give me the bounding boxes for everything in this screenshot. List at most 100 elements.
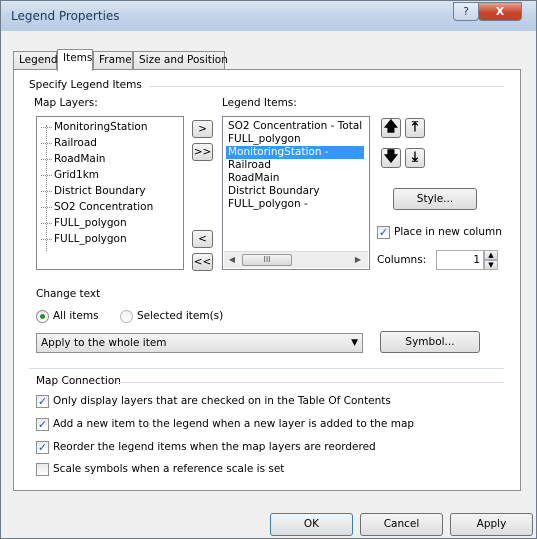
legend-items-horizontal-scrollbar[interactable]: ◀ III ▶ [224,251,368,268]
map-layer-label: MonitoringStation [54,121,148,133]
map-layer-label: SO2 Concentration [54,201,154,213]
legend-properties-dialog: Legend Properties ? X Legend Items Frame… [0,0,537,539]
move-down-button[interactable]: 🡇 [381,148,401,168]
reorder-legend-items-label: Reorder the legend items when the map la… [53,441,376,453]
map-layer-label: District Boundary [54,185,146,197]
ok-button[interactable]: OK [270,513,353,536]
map-layer-item[interactable]: FULL_polygon [41,233,127,248]
move-to-top-button[interactable]: ⤒ [405,118,425,138]
legend-items-label: Legend Items: [222,97,297,109]
legend-item[interactable]: SO2 Concentration - Total [226,120,364,133]
legend-item[interactable]: District Boundary [226,185,322,198]
only-display-checked-layers-label: Only display layers that are checked on … [53,395,391,407]
specify-legend-items-title: Specify Legend Items [29,79,142,91]
all-items-radio[interactable] [36,310,49,323]
tab-frame[interactable]: Frame [93,51,133,70]
change-text-label: Change text [36,288,101,300]
apply-button[interactable]: Apply [450,513,533,536]
tab-legend[interactable]: Legend [13,51,58,70]
arrow-down-icon: 🡇 [383,149,399,165]
map-layer-item[interactable]: Grid1km [41,169,99,184]
arrow-top-icon: ⤒ [411,119,419,135]
legend-item[interactable]: Railroad [226,159,273,172]
remove-label: < [198,233,207,245]
add-all-layers-button[interactable]: >> [192,143,213,161]
map-layer-item[interactable]: SO2 Concentration [41,201,153,216]
cancel-label: Cancel [383,518,420,530]
close-button[interactable]: X [478,2,522,21]
map-layer-label: FULL_polygon [54,217,127,229]
apply-to-value: Apply to the whole item [41,337,167,349]
ok-label: OK [303,518,320,530]
reorder-legend-items-checkbox[interactable]: ✓ [36,441,49,454]
move-up-button[interactable]: 🡅 [381,118,401,138]
add-new-item-label: Add a new item to the legend when a new … [53,418,415,430]
place-in-new-column-label: Place in new column [394,226,502,238]
symbol-button[interactable]: Symbol... [380,331,480,353]
tab-items[interactable]: Items [57,49,93,71]
group-divider [119,382,504,383]
help-icon: ? [463,5,469,18]
scroll-grip: III [263,255,271,264]
close-icon: X [495,5,505,18]
map-layer-item[interactable]: FULL_polygon [41,217,127,232]
remove-all-label: << [193,256,212,268]
add-label: > [198,123,207,135]
cancel-button[interactable]: Cancel [360,513,443,536]
scale-symbols-label: Scale symbols when a reference scale is … [53,463,285,475]
scale-symbols-checkbox[interactable] [36,463,49,476]
map-layer-label: RoadMain [54,153,106,165]
map-layer-item[interactable]: MonitoringStation [41,121,147,136]
remove-item-button[interactable]: < [192,230,213,248]
arrow-up-icon: 🡅 [383,119,399,135]
map-layer-item[interactable]: Railroad [41,137,97,152]
add-layer-button[interactable]: > [192,120,213,138]
arrow-bottom-icon: ⤓ [411,149,419,165]
title-bar[interactable]: Legend Properties ? X [1,1,536,31]
only-display-checked-layers-checkbox[interactable]: ✓ [36,395,49,408]
add-new-item-checkbox[interactable]: ✓ [36,418,49,431]
legend-items-list[interactable]: SO2 Concentration - Total FULL_polygon M… [222,116,370,270]
style-label: Style... [416,193,454,205]
columns-input[interactable]: 1 [436,250,484,270]
tab-size-and-position[interactable]: Size and Position [133,51,228,70]
group-divider [29,368,504,369]
map-layer-item[interactable]: RoadMain [41,153,105,168]
map-layer-item[interactable]: District Boundary [41,185,146,200]
map-layers-list[interactable]: MonitoringStation Railroad RoadMain Grid… [36,116,184,270]
tab-label: Legend [19,54,58,66]
legend-item[interactable]: FULL_polygon [226,133,303,146]
scroll-thumb[interactable]: III [242,254,292,266]
tab-label: Frame [99,54,132,66]
map-layers-label: Map Layers: [34,97,98,109]
help-button[interactable]: ? [453,2,479,21]
style-button[interactable]: Style... [393,188,477,210]
remove-all-items-button[interactable]: << [192,253,213,271]
scroll-right-icon[interactable]: ▶ [352,254,364,266]
group-divider [149,86,504,87]
add-all-label: >> [193,146,212,158]
map-layer-label: FULL_polygon [54,233,127,245]
map-layer-label: Railroad [54,137,97,149]
legend-item[interactable]: RoadMain [226,172,281,185]
columns-spin-up[interactable]: ▲ [484,250,498,260]
map-layer-label: Grid1km [54,169,100,181]
selected-items-radio[interactable] [120,310,133,323]
map-connection-title: Map Connection [36,375,121,387]
symbol-label: Symbol... [405,336,455,348]
all-items-label: All items [53,310,99,322]
tab-label: Size and Position [139,54,228,66]
apply-label: Apply [476,518,507,530]
move-to-bottom-button[interactable]: ⤓ [405,148,425,168]
columns-spin-down[interactable]: ▼ [484,260,498,270]
apply-to-dropdown[interactable]: Apply to the whole item ▼ [36,333,363,353]
tab-label: Items [63,52,93,64]
legend-item-selected[interactable]: MonitoringStation - [226,146,364,159]
selected-items-label: Selected item(s) [137,310,224,322]
legend-item[interactable]: FULL_polygon - [226,198,310,211]
items-tab-panel: Specify Legend Items Map Layers: Monitor… [13,69,521,491]
scroll-left-icon[interactable]: ◀ [226,254,238,266]
place-in-new-column-checkbox[interactable]: ✓ [377,226,390,239]
columns-value: 1 [473,254,480,266]
columns-label: Columns: [377,254,427,266]
